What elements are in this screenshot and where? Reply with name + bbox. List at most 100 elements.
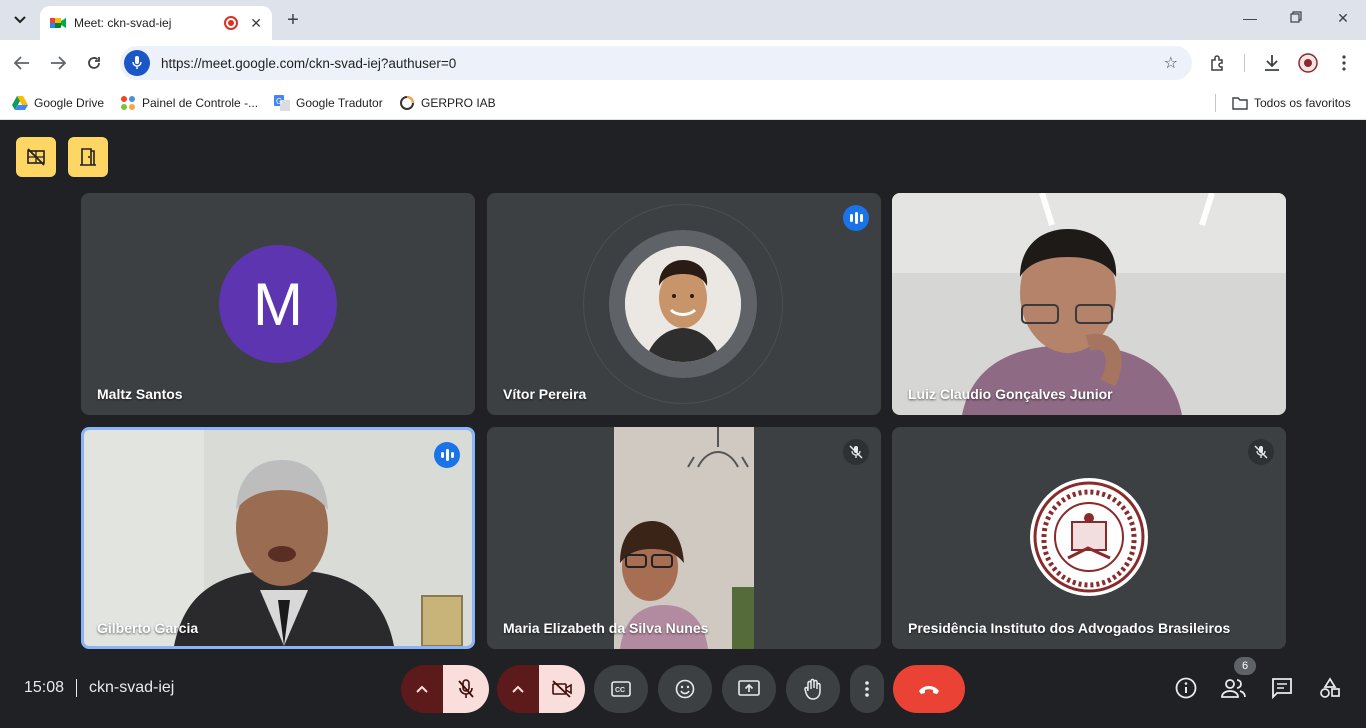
bookmarks-bar: Google Drive Painel de Controle -... G G… <box>0 86 1366 120</box>
svg-text:CC: CC <box>615 687 625 694</box>
close-tab-icon[interactable]: ✕ <box>250 15 262 32</box>
toolbar-divider <box>1244 54 1245 72</box>
door-icon <box>80 148 96 166</box>
meet-stage: M Maltz Santos Vítor Pereira Luiz Claudi… <box>0 121 1366 728</box>
participant-name: Presidência Instituto dos Advogados Bras… <box>908 620 1231 636</box>
chevron-up-icon <box>512 685 524 693</box>
closed-captions-icon: CC <box>611 681 631 697</box>
address-bar[interactable]: https://meet.google.com/ckn-svad-iej?aut… <box>120 46 1192 80</box>
participant-tile[interactable]: Gilberto Garcia <box>81 427 475 649</box>
speaking-indicator-icon <box>434 442 460 468</box>
back-button[interactable] <box>11 52 33 74</box>
more-menu-icon[interactable] <box>1332 52 1356 74</box>
breakout-rooms-button[interactable] <box>68 137 108 177</box>
controls-divider <box>76 679 77 697</box>
present-screen-icon <box>738 680 760 696</box>
raise-hand-icon <box>804 678 821 700</box>
extensions-icon[interactable] <box>1206 52 1230 74</box>
joomla-icon <box>120 95 136 111</box>
reload-icon <box>88 57 100 69</box>
raise-hand-button[interactable] <box>786 665 840 713</box>
restore-icon <box>1290 11 1302 23</box>
video-grid-off-icon <box>27 148 45 166</box>
meeting-details-button[interactable] <box>1171 673 1201 703</box>
people-button[interactable] <box>1219 673 1249 703</box>
captions-button[interactable]: CC <box>594 665 648 713</box>
meeting-controls-bar: 15:08 ckn-svad-iej CC 6 <box>0 657 1366 728</box>
browser-tab-meet[interactable]: Meet: ckn-svad-iej ✕ <box>40 6 272 40</box>
restore-button[interactable] <box>1286 10 1306 26</box>
bookmark-google-tradutor[interactable]: G Google Tradutor <box>274 92 383 114</box>
bookmark-google-drive[interactable]: Google Drive <box>12 92 104 114</box>
microphone-toggle-button[interactable] <box>443 665 489 713</box>
participant-video <box>84 430 472 646</box>
participant-name: Maltz Santos <box>97 386 183 402</box>
reload-button[interactable] <box>83 52 105 74</box>
arrow-left-icon <box>14 56 29 70</box>
profile-avatar[interactable] <box>1296 52 1320 74</box>
emoji-icon <box>675 679 695 699</box>
chevron-up-icon <box>416 685 428 693</box>
activities-shapes-icon <box>1320 677 1340 698</box>
participant-name: Luiz Claudio Gonçalves Junior <box>908 386 1113 402</box>
video-options-button[interactable] <box>497 665 539 713</box>
google-translate-icon: G <box>274 95 290 111</box>
forward-button[interactable] <box>47 52 69 74</box>
avatar <box>625 246 741 362</box>
new-tab-button[interactable]: + <box>282 9 304 31</box>
close-window-button[interactable]: ✕ <box>1333 10 1353 27</box>
camera-off-icon <box>552 680 572 698</box>
google-meet-icon <box>50 18 66 28</box>
host-controls-button[interactable] <box>16 137 56 177</box>
tab-search-button[interactable] <box>8 8 32 32</box>
speaking-indicator-icon <box>843 205 869 231</box>
activities-button[interactable] <box>1315 673 1345 703</box>
browser-tab-strip: Meet: ckn-svad-iej ✕ + — ✕ <box>0 0 1366 40</box>
google-drive-icon <box>12 95 28 111</box>
more-options-button[interactable] <box>850 665 884 713</box>
downloads-icon[interactable] <box>1260 52 1284 74</box>
meeting-code: ckn-svad-iej <box>89 679 175 696</box>
participant-tile[interactable]: Vítor Pereira <box>487 193 881 415</box>
all-bookmarks-folder[interactable]: Todos os favoritos <box>1232 92 1351 114</box>
camera-toggle-button[interactable] <box>539 665 585 713</box>
present-screen-button[interactable] <box>722 665 776 713</box>
reactions-button[interactable] <box>658 665 712 713</box>
participant-tile[interactable]: Presidência Instituto dos Advogados Bras… <box>892 427 1286 649</box>
bookmark-painel-controle[interactable]: Painel de Controle -... <box>120 92 258 114</box>
avatar: M <box>219 245 337 363</box>
meeting-clock: 15:08 <box>24 679 65 696</box>
chat-icon <box>1272 678 1292 699</box>
participant-video <box>614 427 754 649</box>
voice-search-icon[interactable] <box>124 50 150 76</box>
iab-seal-logo <box>1033 481 1145 593</box>
bookmark-gerpro-iab[interactable]: GERPRO IAB <box>399 92 496 114</box>
participant-name: Gilberto Garcia <box>97 620 199 636</box>
bookmarks-divider <box>1215 94 1216 112</box>
participant-tile[interactable]: Maria Elizabeth da Silva Nunes <box>487 427 881 649</box>
url-text[interactable]: https://meet.google.com/ckn-svad-iej?aut… <box>161 56 1164 71</box>
svg-text:G: G <box>276 97 282 106</box>
leave-call-button[interactable] <box>893 665 965 713</box>
mic-off-icon <box>458 679 474 698</box>
recording-icon <box>224 16 239 30</box>
mic-off-icon <box>1248 439 1274 465</box>
minimize-button[interactable]: — <box>1240 10 1260 26</box>
people-icon <box>1221 679 1246 698</box>
folder-icon <box>1232 95 1248 111</box>
arrow-right-icon <box>51 56 66 70</box>
participant-tile[interactable]: M Maltz Santos <box>81 193 475 415</box>
chat-button[interactable] <box>1267 673 1297 703</box>
profile-photo <box>625 246 741 362</box>
participant-tile[interactable]: Luiz Claudio Gonçalves Junior <box>892 193 1286 415</box>
more-vert-icon <box>865 681 869 697</box>
audio-options-button[interactable] <box>401 665 443 713</box>
browser-toolbar: https://meet.google.com/ckn-svad-iej?aut… <box>0 40 1366 86</box>
gerpro-icon <box>399 95 415 111</box>
avatar <box>1030 478 1148 596</box>
chevron-down-icon <box>14 16 26 24</box>
call-end-icon <box>919 686 939 694</box>
participant-video <box>892 193 1286 415</box>
participant-name: Vítor Pereira <box>503 386 587 402</box>
bookmark-star-icon[interactable]: ☆ <box>1164 53 1178 73</box>
